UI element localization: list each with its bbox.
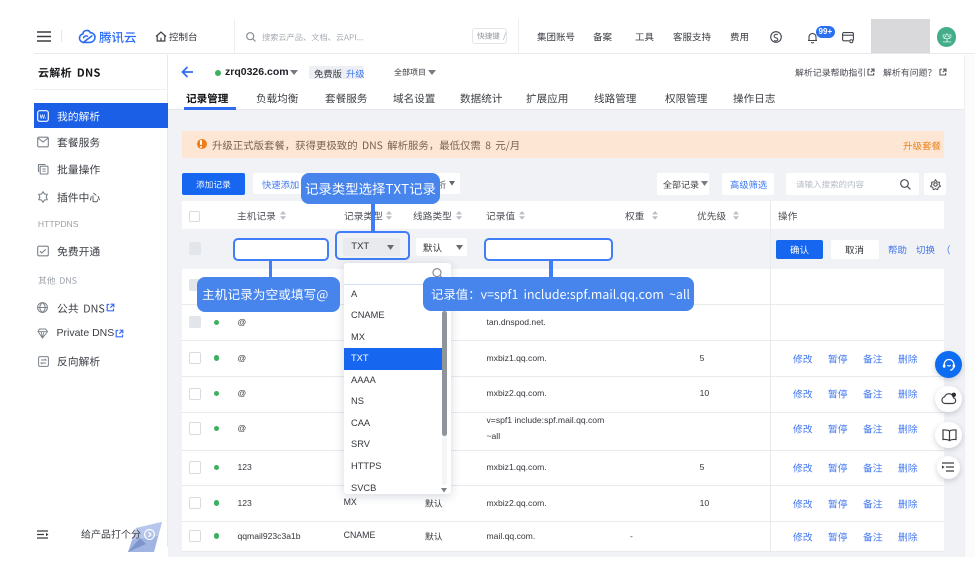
- svg-text:W.: W.: [40, 115, 47, 121]
